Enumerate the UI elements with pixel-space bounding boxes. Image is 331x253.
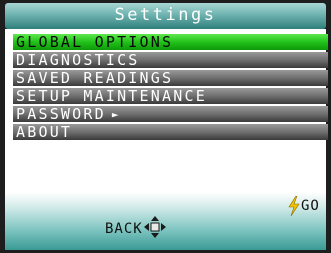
menu-item-label: PASSWORD [16, 106, 106, 122]
menu-item-about[interactable]: ABOUT [13, 124, 328, 140]
menu-item-label: DIAGNOSTICS [16, 52, 140, 68]
lightning-bolt-icon [288, 196, 300, 216]
title-bar: Settings [5, 3, 326, 29]
menu-item-global-options[interactable]: GLOBAL OPTIONS [13, 34, 328, 50]
menu-item-saved-readings[interactable]: SAVED READINGS [13, 70, 328, 86]
menu-item-diagnostics[interactable]: DIAGNOSTICS [13, 52, 328, 68]
submenu-arrow-icon: ► [111, 108, 121, 121]
menu-item-setup-maintenance[interactable]: SETUP MAINTENANCE [13, 88, 328, 104]
back-softkey-label[interactable]: BACK [105, 221, 143, 237]
menu-item-label: ABOUT [16, 124, 73, 140]
settings-menu: GLOBAL OPTIONS DIAGNOSTICS SAVED READING… [13, 34, 328, 142]
menu-item-label: SAVED READINGS [16, 70, 174, 86]
page-title: Settings [114, 5, 217, 25]
go-label: GO [301, 198, 320, 214]
menu-item-label: SETUP MAINTENANCE [16, 88, 207, 104]
menu-item-password[interactable]: PASSWORD ► [13, 106, 328, 122]
dpad-icon[interactable] [144, 216, 166, 238]
menu-item-label: GLOBAL OPTIONS [16, 34, 174, 50]
device-screen: Settings GLOBAL OPTIONS DIAGNOSTICS SAVE… [0, 0, 331, 253]
